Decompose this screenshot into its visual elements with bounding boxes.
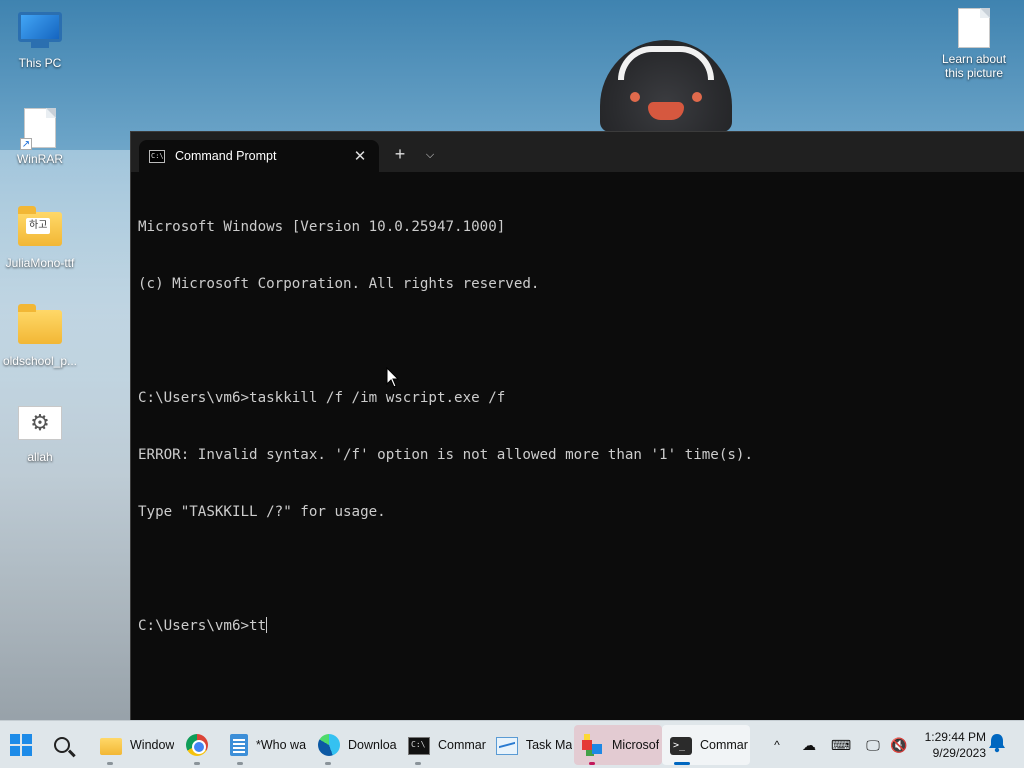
notepad-icon <box>230 734 248 756</box>
document-shortcut-icon: ↗ <box>18 108 62 150</box>
desktop-icon-allah[interactable]: ⚙ allah <box>0 402 80 464</box>
chevron-up-icon: ^ <box>774 738 780 752</box>
windows-logo-icon <box>10 734 32 756</box>
taskbar-app-label: Downloa <box>348 738 397 752</box>
terminal-tab-bar: C:\ Command Prompt ✕ + ⌵ <box>131 132 1024 172</box>
taskbar-app-microsoft[interactable]: Microsof <box>574 725 662 765</box>
taskbar-app-task-manager[interactable]: Task Ma <box>488 725 572 765</box>
keyboard-icon[interactable]: ⌨ <box>830 733 852 757</box>
taskbar-app-file-explorer[interactable]: Window <box>92 725 178 765</box>
terminal-window[interactable]: C:\ Command Prompt ✕ + ⌵ Microsoft Windo… <box>130 131 1024 720</box>
terminal-line: C:\Users\vm6>taskkill /f /im wscript.exe… <box>138 390 506 406</box>
desktop-icon-juliamono[interactable]: 하고 JuliaMono-ttf <box>0 206 80 270</box>
tab-command-prompt[interactable]: C:\ Command Prompt ✕ <box>139 140 379 172</box>
search-icon <box>54 737 70 753</box>
taskbar-app-chrome[interactable] <box>178 725 218 765</box>
monitor-icon <box>18 12 62 52</box>
desktop-icon-oldschool[interactable]: oldschool_p... <box>0 304 80 368</box>
search-button[interactable] <box>46 725 86 765</box>
show-hidden-icons-button[interactable]: ^ <box>766 733 788 757</box>
desktop-icon-label: JuliaMono-ttf <box>5 256 75 270</box>
system-clock[interactable]: 1:29:44 PM 9/29/2023 <box>916 729 986 761</box>
taskbar-app-terminal[interactable]: >_ Commar <box>662 725 750 765</box>
chevron-down-icon[interactable]: ⌵ <box>419 144 441 166</box>
desktop-icon-label: This PC <box>18 56 62 70</box>
terminal-line: Type "TASKKILL /?" for usage. <box>138 504 386 520</box>
microsoft-app-icon <box>582 734 604 756</box>
command-prompt-icon: C:\ <box>149 149 165 163</box>
network-icon[interactable]: 🖵 <box>862 733 884 757</box>
terminal-icon: >_ <box>670 737 692 755</box>
notification-bell-icon[interactable] <box>988 733 1006 755</box>
taskbar-app-label: Window <box>130 738 175 752</box>
terminal-line: (c) Microsoft Corporation. All rights re… <box>138 276 540 292</box>
edge-icon <box>318 734 340 756</box>
taskbar-app-label: Microsof <box>612 738 660 752</box>
taskbar: Window *Who wa Downloa C:\ Commar Task M… <box>0 720 1024 768</box>
tab-title: Command Prompt <box>175 149 277 163</box>
taskbar-app-label: Commar <box>700 738 748 752</box>
document-icon <box>952 8 996 48</box>
taskbar-app-command-prompt[interactable]: C:\ Commar <box>400 725 488 765</box>
taskbar-app-label: Commar <box>438 738 486 752</box>
taskbar-app-notepad[interactable]: *Who wa <box>222 725 310 765</box>
settings-file-icon: ⚙ <box>18 406 62 446</box>
terminal-line: Microsoft Windows [Version 10.0.25947.10… <box>138 219 506 235</box>
shortcut-arrow-icon: ↗ <box>20 138 32 150</box>
desktop-icon-label: WinRAR <box>16 152 63 166</box>
clock-time: 1:29:44 PM <box>924 730 986 744</box>
folder-icon: 하고 <box>18 206 62 252</box>
taskbar-app-edge[interactable]: Downloa <box>310 725 398 765</box>
terminal-prompt-text: C:\Users\vm6>tt <box>138 618 267 634</box>
desktop-icon-learn-about-picture[interactable]: Learn about this picture <box>934 8 1014 80</box>
desktop-icon-label: Learn about this picture <box>941 52 1007 80</box>
task-manager-icon <box>496 737 518 755</box>
desktop-icon-label: oldschool_p... <box>2 354 78 368</box>
terminal-output[interactable]: Microsoft Windows [Version 10.0.25947.10… <box>138 180 1014 710</box>
volume-muted-icon[interactable]: 🔇 <box>888 733 910 757</box>
desktop-icon-label: allah <box>27 450 53 464</box>
terminal-input-line[interactable]: C:\Users\vm6>tt <box>138 617 1014 636</box>
taskbar-app-label: *Who wa <box>256 738 307 752</box>
wallpaper-penguin <box>600 40 732 132</box>
command-prompt-icon: C:\ <box>408 737 430 755</box>
new-tab-button[interactable]: + <box>389 144 411 166</box>
desktop-icon-winrar[interactable]: ↗ WinRAR <box>0 108 80 166</box>
desktop-icon-this-pc[interactable]: This PC <box>0 12 80 70</box>
chrome-icon <box>186 734 208 756</box>
folder-icon <box>100 738 122 755</box>
text-caret <box>266 617 268 633</box>
onedrive-icon[interactable]: ☁ <box>798 733 820 757</box>
taskbar-app-label: Task Ma <box>525 738 572 752</box>
clock-date: 9/29/2023 <box>932 746 986 760</box>
terminal-line: ERROR: Invalid syntax. '/f' option is no… <box>138 447 753 463</box>
start-button[interactable] <box>2 725 42 765</box>
close-icon[interactable]: ✕ <box>351 147 369 165</box>
folder-icon <box>18 304 62 350</box>
